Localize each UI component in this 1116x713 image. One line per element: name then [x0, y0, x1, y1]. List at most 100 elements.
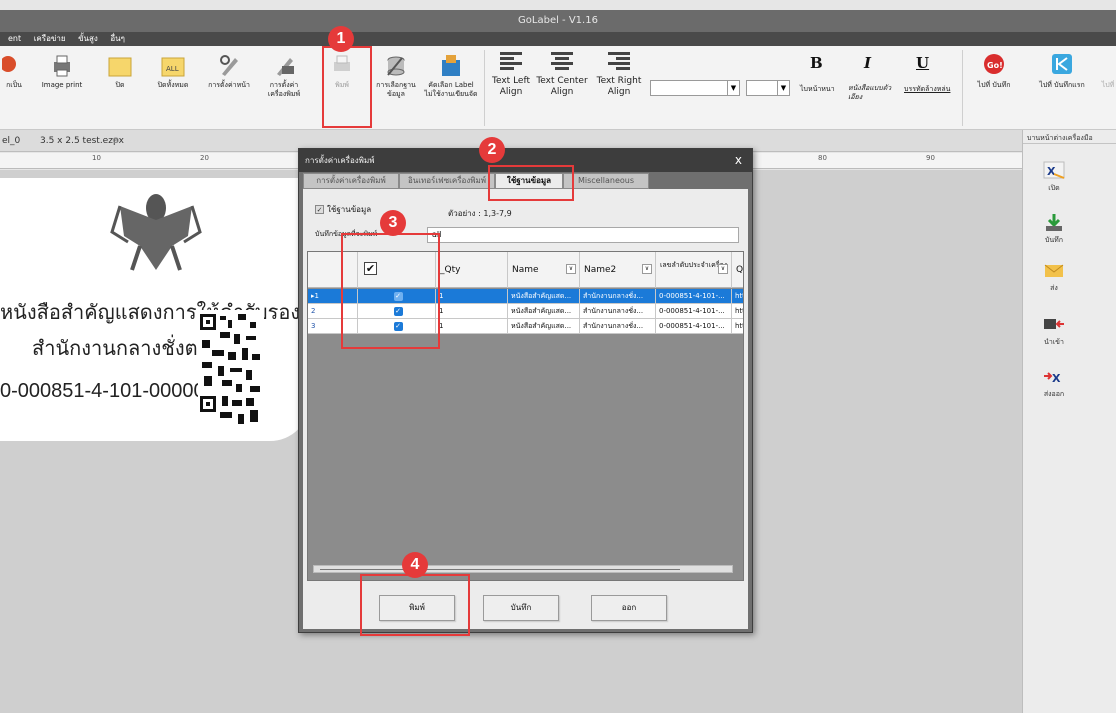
close-all-button[interactable]: ALL ปิดทั้งหมด: [152, 52, 194, 90]
label-select-button[interactable]: คัดเลือก Label ไม่ใช้งานเขียนจัด: [424, 52, 478, 99]
ribbon-separator: [484, 50, 485, 126]
database-select-button[interactable]: การเลือกฐานข้อมูล: [372, 52, 420, 99]
callout-box-2: [488, 165, 574, 201]
italic-button[interactable]: I: [864, 54, 871, 72]
cell-serial[interactable]: 0-000851-4-101-...: [656, 319, 732, 334]
save-down-icon: [1042, 212, 1066, 232]
go-next-button[interactable]: ไปที่: [1098, 52, 1116, 90]
panel-export-button[interactable]: X ส่งออก: [1039, 366, 1069, 400]
callout-badge-2: 2: [479, 137, 505, 163]
menu-item-other[interactable]: อื่นๆ: [110, 34, 125, 43]
open-x-icon: X: [1042, 160, 1066, 180]
close-icon[interactable]: x: [735, 149, 742, 172]
page-setup-icon: [217, 52, 241, 78]
cell-qty[interactable]: 1: [436, 304, 508, 319]
grid-horizontal-scrollbar[interactable]: [313, 565, 733, 573]
go-first-record-button[interactable]: ไปที่ บันทึกแรก: [1036, 52, 1088, 90]
cell-qty[interactable]: 1: [436, 289, 508, 304]
align-left-icon: [500, 52, 522, 72]
bold-button[interactable]: B: [810, 54, 823, 72]
image-print-button[interactable]: Image print: [40, 52, 84, 90]
chevron-down-icon[interactable]: ∨: [566, 264, 576, 274]
panel-save-button[interactable]: บันทึก: [1039, 212, 1069, 246]
tab-label-file[interactable]: el_0: [2, 136, 20, 146]
cell-name2[interactable]: สำนักงานกลางชั่ง...: [580, 319, 656, 334]
menu-item-network[interactable]: เครือข่าย: [34, 34, 66, 43]
callout-box-1: [322, 46, 372, 128]
font-family-select[interactable]: ▼: [650, 80, 740, 96]
folder-icon: [108, 52, 132, 78]
printer-icon: [50, 52, 74, 78]
panel-open-button[interactable]: X เปิด: [1039, 160, 1069, 194]
qr-code-icon[interactable]: [198, 310, 264, 430]
golabel-window: GoLabel - V1.16 ent เครือข่าย ขั้นสูง อื…: [0, 0, 1116, 713]
panel-header: บานหน้าต่างเครื่องมือ: [1023, 130, 1116, 144]
cell-name[interactable]: หนังสือสำคัญแสด...: [508, 289, 580, 304]
text-left-align-button[interactable]: Text Left Align: [488, 52, 534, 98]
tab-miscellaneous[interactable]: Miscellaneous: [563, 173, 649, 189]
text-center-align-button[interactable]: Text Center Align: [536, 52, 588, 98]
svg-text:X: X: [1047, 165, 1056, 178]
tab-printer-settings[interactable]: การตั้งค่าเครื่องพิมพ์: [303, 173, 399, 189]
printer-settings-button[interactable]: การตั้งค่าเครื่องพิมพ์: [256, 52, 312, 99]
chevron-down-icon[interactable]: ∨: [718, 264, 728, 274]
svg-text:X: X: [1052, 372, 1061, 385]
column-serial-number[interactable]: เลขลำดับประจำเครื่อง ∨: [656, 252, 732, 288]
italic-label: หนังสือแบบตัวเอียง: [848, 84, 892, 101]
font-size-select[interactable]: ▼: [746, 80, 790, 96]
range-example-text: ตัวอย่าง : 1,3-7,9: [448, 209, 512, 218]
cell-qr[interactable]: http: [732, 319, 743, 334]
go-icon: Go!: [982, 52, 1006, 78]
chevron-down-icon[interactable]: ∨: [642, 264, 652, 274]
first-record-icon: [1050, 52, 1074, 78]
callout-box-4: [360, 574, 470, 636]
ribbon-toolbar: กเป็น Image print ปิด ALL ปิดทั้งหมด การ…: [0, 46, 1116, 130]
database-icon: [384, 52, 408, 78]
cell-serial[interactable]: 0-000851-4-101-...: [656, 304, 732, 319]
window-title: GoLabel - V1.16: [0, 10, 1116, 32]
column-qr[interactable]: QR: [732, 252, 743, 288]
menu-item-advanced[interactable]: ขั้นสูง: [78, 34, 98, 43]
chevron-down-icon[interactable]: ▼: [727, 81, 739, 95]
menu-bar: ent เครือข่าย ขั้นสูง อื่นๆ: [0, 32, 1116, 46]
cell-name[interactable]: หนังสือสำคัญแสด...: [508, 319, 580, 334]
import-icon: [1042, 314, 1066, 334]
label-preview[interactable]: หนังสือสำคัญแสดงการให้คำรับรอง สำนักงานก…: [0, 178, 310, 441]
svg-text:Go!: Go!: [987, 61, 1003, 70]
use-database-checkbox[interactable]: ✓ ใช้ฐานข้อมูล: [315, 203, 371, 216]
go-icon: [1098, 52, 1116, 78]
underline-button[interactable]: U: [916, 54, 929, 72]
column-name2[interactable]: Name2 ∨: [580, 252, 656, 288]
garuda-emblem-icon: [110, 194, 202, 271]
close-button[interactable]: ปิด: [108, 52, 132, 90]
close-tab-icon[interactable]: ⊗: [112, 136, 120, 146]
cell-qty[interactable]: 1: [436, 319, 508, 334]
text-right-align-button[interactable]: Text Right Align: [594, 52, 644, 98]
column-name[interactable]: Name ∨: [508, 252, 580, 288]
svg-text:ALL: ALL: [166, 65, 179, 73]
go-to-record-button[interactable]: Go! ไปที่ บันทึก: [974, 52, 1014, 90]
cell-name[interactable]: หนังสือสำคัญแสด...: [508, 304, 580, 319]
chevron-down-icon[interactable]: ▼: [777, 81, 789, 95]
callout-badge-4: 4: [402, 552, 428, 578]
column-qty[interactable]: _Qty: [436, 252, 508, 288]
cell-name2[interactable]: สำนักงานกลางชั่ง...: [580, 289, 656, 304]
records-to-print-input[interactable]: all: [427, 227, 739, 243]
save-dialog-button[interactable]: บันทึก: [483, 595, 559, 621]
save-as-button[interactable]: กเป็น: [0, 52, 28, 90]
menu-item-file[interactable]: ent: [8, 34, 21, 43]
exit-dialog-button[interactable]: ออก: [591, 595, 667, 621]
cell-qr[interactable]: http: [732, 289, 743, 304]
callout-badge-1: 1: [328, 26, 354, 52]
check-icon: ✓: [315, 205, 324, 214]
cell-serial[interactable]: 0-000851-4-101-...: [656, 289, 732, 304]
tool-window-panel: บานหน้าต่างเครื่องมือ X เปิด บันทึก ส่ง …: [1022, 130, 1116, 713]
cell-name2[interactable]: สำนักงานกลางชั่ง...: [580, 304, 656, 319]
ruler-tick: 10: [92, 154, 101, 162]
cell-qr[interactable]: http: [732, 304, 743, 319]
page-setup-button[interactable]: การตั้งค่าหน้า: [204, 52, 254, 90]
panel-import-button[interactable]: นำเข้า: [1039, 314, 1069, 348]
close-all-icon: ALL: [161, 52, 185, 78]
panel-send-button[interactable]: ส่ง: [1039, 260, 1069, 294]
tab-printer-interface[interactable]: อินเทอร์เฟซเครื่องพิมพ์: [399, 173, 495, 189]
